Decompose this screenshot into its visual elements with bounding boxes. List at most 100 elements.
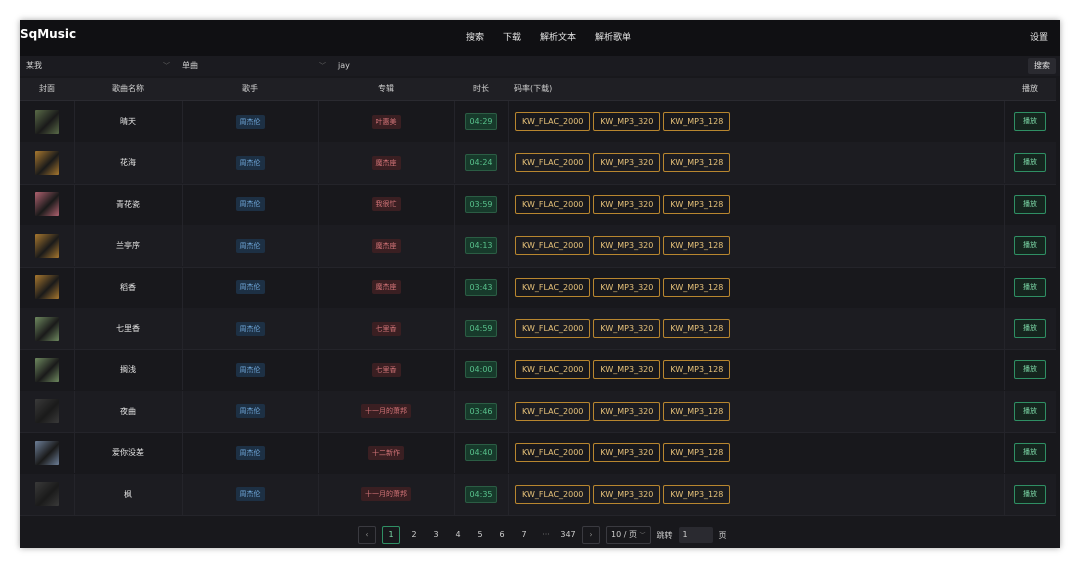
header-singer: 歌手 [242,84,258,93]
download-mp3-128-button[interactable]: KW_MP3_128 [663,484,731,504]
download-flac-2000-button[interactable]: KW_FLAC_2000 [515,153,591,173]
download-mp3-128-button[interactable]: KW_MP3_128 [663,194,731,214]
download-flac-2000-button[interactable]: KW_FLAC_2000 [515,401,591,421]
download-mp3-320-button[interactable]: KW_MP3_320 [593,484,661,504]
download-mp3-128-button[interactable]: KW_MP3_128 [663,443,731,463]
prev-page-icon[interactable]: ‹ [358,526,376,544]
source-select[interactable]: 某我 ﹀ [26,56,170,76]
duration-tag: 04:40 [465,444,497,462]
singer-tag[interactable]: 周杰伦 [235,404,265,419]
table-row: 晴天 周杰伦 叶惠美 04:29 KW_FLAC_2000 KW_MP3_320… [20,101,1056,144]
album-tag[interactable]: 魔杰座 [371,280,401,295]
last-page-button[interactable]: 347 [560,527,576,543]
download-flac-2000-button[interactable]: KW_FLAC_2000 [515,319,591,338]
table-row: 青花瓷 周杰伦 我很忙 03:59 KW_FLAC_2000 KW_MP3_32… [20,183,1056,227]
download-flac-2000-button[interactable]: KW_FLAC_2000 [515,484,591,504]
download-mp3-128-button[interactable]: KW_MP3_128 [663,319,731,338]
download-mp3-320-button[interactable]: KW_MP3_320 [593,236,661,256]
play-button[interactable]: 播放 [1014,194,1046,214]
page-4-button[interactable]: 4 [450,527,466,543]
search-row: 某我 ﹀ 单曲 ﹀ jay 搜索 [20,56,1060,76]
play-button[interactable]: 播放 [1014,153,1046,173]
download-mp3-320-button[interactable]: KW_MP3_320 [593,112,661,131]
singer-tag[interactable]: 周杰伦 [235,114,265,129]
page-3-button[interactable]: 3 [428,527,444,543]
singer-tag[interactable]: 周杰伦 [235,155,265,170]
play-button[interactable]: 播放 [1014,484,1046,504]
nav-search[interactable]: 搜索 [466,30,484,43]
download-mp3-320-button[interactable]: KW_MP3_320 [593,277,661,297]
download-mp3-128-button[interactable]: KW_MP3_128 [663,112,731,131]
singer-tag[interactable]: 周杰伦 [235,197,265,212]
play-button[interactable]: 播放 [1014,236,1046,256]
album-cover-image [35,275,59,300]
table-row: 爱你没差 周杰伦 十二新作 04:40 KW_FLAC_2000 KW_MP3_… [20,432,1056,475]
download-flac-2000-button[interactable]: KW_FLAC_2000 [515,360,591,380]
album-tag[interactable]: 十一月的萧邦 [361,404,411,419]
next-page-icon[interactable]: › [582,526,600,544]
album-tag[interactable]: 十一月的萧邦 [361,487,411,502]
singer-tag[interactable]: 周杰伦 [235,321,265,336]
download-mp3-320-button[interactable]: KW_MP3_320 [593,194,661,214]
page-5-button[interactable]: 5 [472,527,488,543]
singer-tag[interactable]: 周杰伦 [235,487,265,502]
album-tag[interactable]: 魔杰座 [371,238,401,253]
download-mp3-128-button[interactable]: KW_MP3_128 [663,277,731,297]
jump-page-input[interactable]: 1 [678,527,713,543]
singer-cell: 周杰伦 [182,267,318,308]
page-6-button[interactable]: 6 [494,527,510,543]
singer-tag[interactable]: 周杰伦 [235,280,265,295]
play-button[interactable]: 播放 [1014,277,1046,297]
album-tag[interactable]: 七里香 [371,321,401,336]
download-mp3-128-button[interactable]: KW_MP3_128 [663,401,731,421]
type-select[interactable]: 单曲 ﹀ [182,56,326,76]
album-tag[interactable]: 魔杰座 [371,155,401,170]
cover-cell [20,308,74,349]
download-mp3-320-button[interactable]: KW_MP3_320 [593,319,661,338]
play-button[interactable]: 播放 [1014,443,1046,463]
play-button[interactable]: 播放 [1014,360,1046,380]
page-ellipsis[interactable]: ··· [538,527,554,543]
download-mp3-128-button[interactable]: KW_MP3_128 [663,236,731,256]
download-flac-2000-button[interactable]: KW_FLAC_2000 [515,236,591,256]
download-mp3-320-button[interactable]: KW_MP3_320 [593,360,661,380]
album-tag[interactable]: 十二新作 [368,445,404,460]
download-flac-2000-button[interactable]: KW_FLAC_2000 [515,194,591,214]
download-mp3-128-button[interactable]: KW_MP3_128 [663,153,731,173]
singer-tag[interactable]: 周杰伦 [235,362,265,377]
duration-tag: 03:46 [465,402,497,420]
download-flac-2000-button[interactable]: KW_FLAC_2000 [515,277,591,297]
singer-tag[interactable]: 周杰伦 [235,238,265,253]
download-mp3-320-button[interactable]: KW_MP3_320 [593,401,661,421]
search-button[interactable]: 搜索 [1028,58,1056,74]
page-2-button[interactable]: 2 [406,527,422,543]
page-size-value: 10 / 页 [611,530,637,539]
singer-tag[interactable]: 周杰伦 [235,445,265,460]
cover-cell [20,142,74,183]
play-button[interactable]: 播放 [1014,319,1046,338]
song-name-cell: 兰亭序 [74,225,182,266]
album-tag[interactable]: 叶惠美 [371,114,401,129]
cover-cell [20,101,74,142]
download-mp3-320-button[interactable]: KW_MP3_320 [593,443,661,463]
settings-link[interactable]: 设置 [1030,30,1048,43]
nav-parse-text[interactable]: 解析文本 [540,30,576,43]
nav-download[interactable]: 下载 [503,30,521,43]
chevron-down-icon: ﹀ [163,62,170,70]
album-cover-image [35,150,59,175]
album-tag[interactable]: 七里香 [371,362,401,377]
download-mp3-128-button[interactable]: KW_MP3_128 [663,360,731,380]
page-7-button[interactable]: 7 [516,527,532,543]
bitrate-cell: KW_FLAC_2000 KW_MP3_320 KW_MP3_128 [508,101,1004,142]
download-flac-2000-button[interactable]: KW_FLAC_2000 [515,443,591,463]
download-flac-2000-button[interactable]: KW_FLAC_2000 [515,112,591,131]
play-button[interactable]: 播放 [1014,401,1046,421]
album-tag[interactable]: 我很忙 [371,197,401,212]
play-button[interactable]: 播放 [1014,112,1046,131]
search-input[interactable]: jay [338,56,1018,76]
download-mp3-320-button[interactable]: KW_MP3_320 [593,153,661,173]
page-size-select[interactable]: 10 / 页 ﹀ [606,526,651,544]
page-1-button[interactable]: 1 [382,526,400,544]
play-cell: 播放 [1004,474,1056,515]
nav-parse-playlist[interactable]: 解析歌单 [595,30,631,43]
